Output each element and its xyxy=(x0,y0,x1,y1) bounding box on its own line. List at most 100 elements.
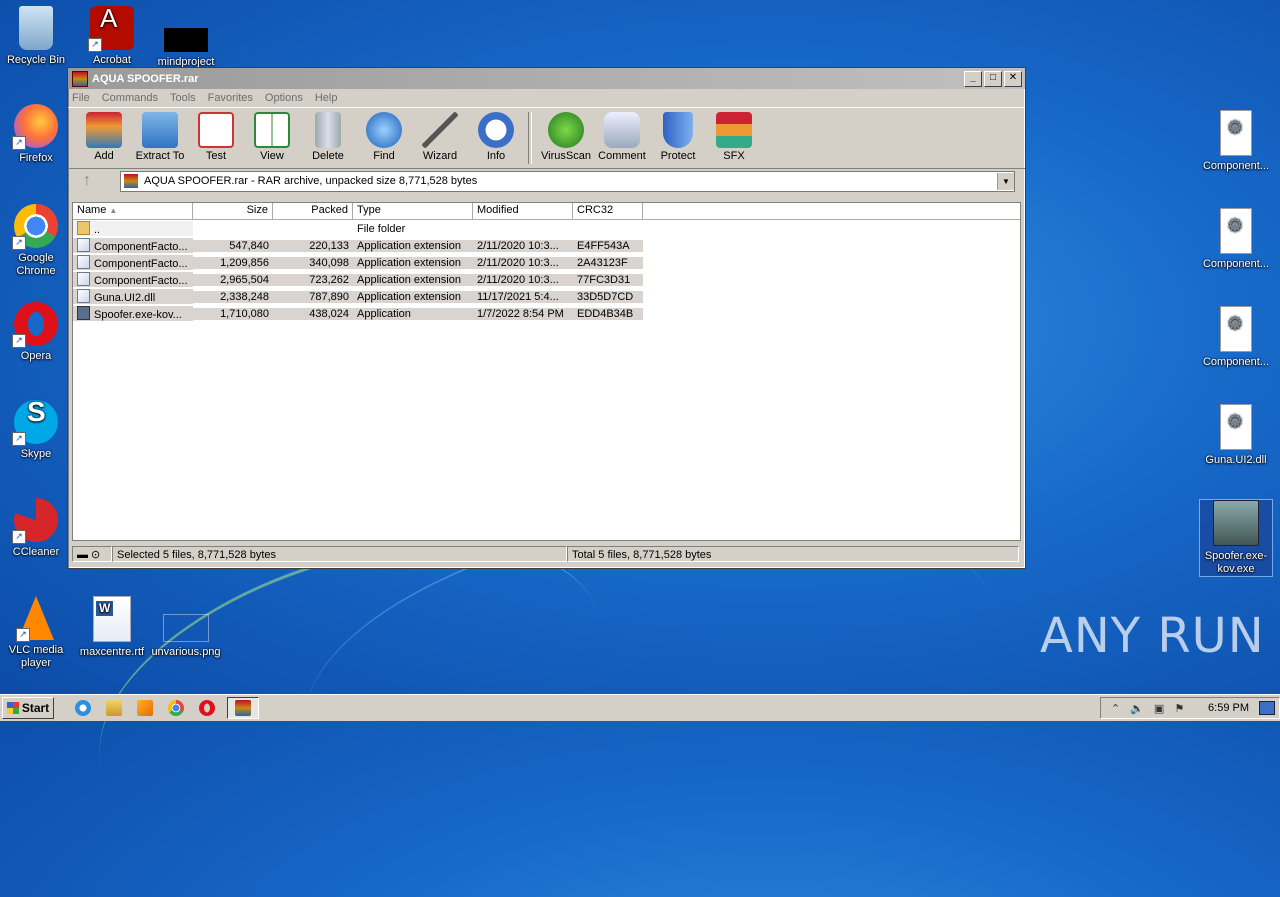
table-row[interactable]: Spoofer.exe-kov... 1,710,080 438,024 App… xyxy=(73,305,1020,322)
column-header-name[interactable]: Name ▲ xyxy=(73,203,193,219)
acrobat-icon: A ↗ xyxy=(88,5,134,52)
close-button[interactable]: ✕ xyxy=(1004,70,1022,87)
table-row[interactable]: ComponentFacto... 2,965,504 723,262 Appl… xyxy=(73,271,1020,288)
winrar-icon xyxy=(72,70,88,87)
show-hidden-icons-icon[interactable]: ⌃ xyxy=(1111,702,1120,715)
volume-icon[interactable]: 🔈 xyxy=(1130,702,1144,715)
desktop-icon-maxcentre[interactable]: W maxcentre.rtf xyxy=(76,596,148,659)
desktop-icon-recycle-bin[interactable]: Recycle Bin xyxy=(0,6,72,67)
column-header-type[interactable]: Type xyxy=(353,203,473,219)
cell-crc32: 2A43123F xyxy=(573,256,643,269)
add-button[interactable]: Add xyxy=(76,108,132,162)
desktop-icon-component-1[interactable]: ⚙ Component... xyxy=(1200,110,1272,173)
desktop-icon-label: CCleaner xyxy=(12,546,60,558)
clock[interactable]: 6:59 PM xyxy=(1208,702,1249,714)
taskbar-opera-icon[interactable] xyxy=(196,698,218,718)
cell-size: 1,710,080 xyxy=(193,307,273,320)
taskbar-chrome-icon[interactable] xyxy=(165,698,187,718)
dll-file-icon xyxy=(77,289,90,303)
column-header-modified[interactable]: Modified xyxy=(473,203,573,219)
file-list[interactable]: Name ▲ Size Packed Type Modified CRC32 .… xyxy=(72,202,1021,541)
info-button[interactable]: Info xyxy=(468,108,524,162)
cell-packed: 723,262 xyxy=(273,273,353,286)
winrar-window[interactable]: AQUA SPOOFER.rar _ □ ✕ File Commands Too… xyxy=(67,67,1026,569)
menu-file[interactable]: File xyxy=(72,92,90,104)
desktop-icon-component-3[interactable]: ⚙ Component... xyxy=(1200,306,1272,369)
system-tray: ⌃ 🔈 ▣ ⚑ 6:59 PM xyxy=(1100,697,1280,719)
chevron-down-icon[interactable]: ▼ xyxy=(997,172,1014,190)
desktop-icon-chrome[interactable]: ↗ Google Chrome xyxy=(0,204,72,278)
menu-help[interactable]: Help xyxy=(315,92,338,104)
sfx-button[interactable]: SFX xyxy=(706,108,762,162)
parent-folder-row[interactable]: .. File folder xyxy=(73,220,1020,237)
column-header-size[interactable]: Size xyxy=(193,203,273,219)
cell-crc32: E4FF543A xyxy=(573,239,643,252)
find-button[interactable]: Find xyxy=(356,108,412,162)
desktop-icon-label: Google Chrome xyxy=(16,252,56,277)
menu-favorites[interactable]: Favorites xyxy=(208,92,253,104)
desktop-icon-opera[interactable]: ↗ Opera xyxy=(0,302,72,363)
recycle-bin-icon xyxy=(19,6,53,50)
firefox-icon: ↗ xyxy=(12,104,58,150)
desktop-icon-skype[interactable]: S ↗ Skype xyxy=(0,398,72,461)
table-row[interactable]: ComponentFacto... 1,209,856 340,098 Appl… xyxy=(73,254,1020,271)
up-arrow-icon[interactable]: ↑ xyxy=(74,171,100,191)
column-label: Name xyxy=(77,204,107,216)
taskbar-ie-icon[interactable] xyxy=(72,698,94,718)
drive-icon[interactable]: ▬ ⊙ xyxy=(72,546,112,562)
virusscan-button[interactable]: VirusScan xyxy=(538,108,594,162)
network-icon[interactable]: ▣ xyxy=(1154,702,1164,715)
dll-file-icon xyxy=(77,272,90,286)
taskbar-winrar-icon[interactable] xyxy=(227,697,259,719)
menu-options[interactable]: Options xyxy=(265,92,303,104)
column-header-crc32[interactable]: CRC32 xyxy=(573,203,643,219)
desktop-icon-guna[interactable]: ⚙ Guna.UI2.dll xyxy=(1200,404,1272,467)
extract-to-button[interactable]: Extract To xyxy=(132,108,188,162)
taskbar-explorer-icon[interactable] xyxy=(103,698,125,718)
protect-button[interactable]: Protect xyxy=(650,108,706,162)
taskbar: Start ⌃ 🔈 ▣ ⚑ 6:59 PM xyxy=(0,694,1280,721)
menu-commands[interactable]: Commands xyxy=(102,92,158,104)
desktop-icon-ccleaner[interactable]: ↗ CCleaner xyxy=(0,498,72,559)
table-row[interactable]: ComponentFacto... 547,840 220,133 Applic… xyxy=(73,237,1020,254)
cell-crc32: 33D5D7CD xyxy=(573,290,643,303)
desktop-icon-unvarious[interactable]: unvarious.png xyxy=(150,596,222,659)
checklist-icon xyxy=(198,112,234,148)
table-row[interactable]: Guna.UI2.dll 2,338,248 787,890 Applicati… xyxy=(73,288,1020,305)
desktop-icon-mindproject[interactable]: mindproject xyxy=(150,6,222,69)
sort-ascending-icon: ▲ xyxy=(109,206,118,215)
desktop-icon-component-2[interactable]: ⚙ Component... xyxy=(1200,208,1272,271)
show-desktop-icon[interactable] xyxy=(1259,701,1275,715)
cell-packed: 438,024 xyxy=(273,307,353,320)
delete-button[interactable]: Delete xyxy=(300,108,356,162)
title-bar[interactable]: AQUA SPOOFER.rar _ □ ✕ xyxy=(68,68,1025,89)
desktop-icon-firefox[interactable]: ↗ Firefox xyxy=(0,104,72,165)
desktop-icon-vlc[interactable]: ↗ VLC media player xyxy=(0,596,72,670)
menu-tools[interactable]: Tools xyxy=(170,92,196,104)
desktop-icon-spoofer[interactable]: Spoofer.exe-kov.exe xyxy=(1199,499,1273,577)
cell-size: 2,965,504 xyxy=(193,273,273,286)
path-text: AQUA SPOOFER.rar - RAR archive, unpacked… xyxy=(144,175,478,187)
cell-modified: 1/7/2022 8:54 PM xyxy=(473,307,573,320)
cell-modified: 2/11/2020 10:3... xyxy=(473,273,573,286)
cell-name-text: Spoofer.exe-kov... xyxy=(94,309,182,321)
action-center-flag-icon[interactable]: ⚑ xyxy=(1174,702,1184,715)
desktop-icon-label: Firefox xyxy=(19,152,53,164)
taskbar-media-player-icon[interactable] xyxy=(134,698,156,718)
executable-icon xyxy=(77,306,90,320)
view-button[interactable]: View xyxy=(244,108,300,162)
add-archive-icon xyxy=(86,112,122,148)
path-field[interactable]: AQUA SPOOFER.rar - RAR archive, unpacked… xyxy=(120,170,1015,192)
start-button[interactable]: Start xyxy=(2,697,54,719)
status-total: Total 5 files, 8,771,528 bytes xyxy=(567,546,1019,562)
comment-button[interactable]: Comment xyxy=(594,108,650,162)
test-button[interactable]: Test xyxy=(188,108,244,162)
toolbar-label: Info xyxy=(486,150,506,162)
column-header-packed[interactable]: Packed xyxy=(273,203,353,219)
rar-archive-icon xyxy=(124,174,138,188)
desktop-icon-acrobat[interactable]: A ↗ Acrobat xyxy=(76,5,148,67)
toolbar-label: Find xyxy=(373,150,395,162)
wizard-button[interactable]: Wizard xyxy=(412,108,468,162)
maximize-button[interactable]: □ xyxy=(984,70,1002,87)
minimize-button[interactable]: _ xyxy=(964,70,982,87)
